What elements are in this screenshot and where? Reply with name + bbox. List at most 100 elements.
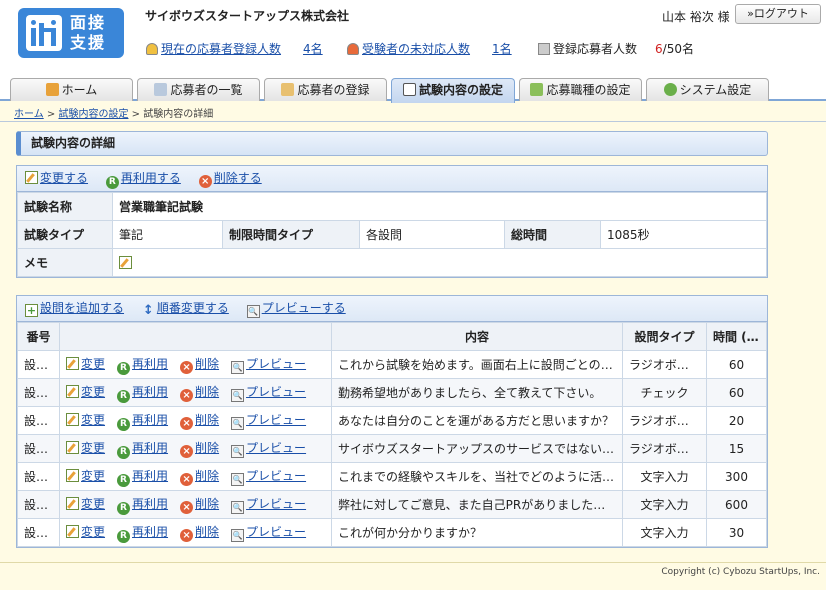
tab-applicants[interactable]: 応募者の一覧 <box>137 78 260 101</box>
reorder-link[interactable]: 順番変更する <box>157 301 229 315</box>
question-reuse-button[interactable]: R 再利用 <box>117 469 168 487</box>
question-delete-link[interactable]: 削除 <box>195 469 219 483</box>
question-edit-button[interactable]: 変更 <box>66 496 105 511</box>
question-delete-button[interactable]: × 削除 <box>180 497 219 514</box>
question-reuse-link[interactable]: 再利用 <box>132 357 168 371</box>
add-question-button[interactable]: + 設問を追加する <box>25 301 124 317</box>
reuse-icon: R <box>117 389 131 403</box>
preview-icon: 🔍 <box>231 416 245 430</box>
question-delete-link[interactable]: 削除 <box>195 497 219 511</box>
copyright: Copyright (c) Cybozu StartUps, Inc. <box>661 567 820 577</box>
question-edit-button[interactable]: 変更 <box>66 468 105 483</box>
question-edit-button[interactable]: 変更 <box>66 356 105 371</box>
question-time: 15 <box>706 434 767 463</box>
question-edit-link[interactable]: 変更 <box>81 385 105 399</box>
memo-edit-icon[interactable] <box>119 255 132 269</box>
question-preview-button[interactable]: 🔍 プレビュー <box>231 497 306 514</box>
question-reuse-link[interactable]: 再利用 <box>132 469 168 483</box>
question-preview-button[interactable]: 🔍 プレビュー <box>231 385 306 402</box>
question-delete-link[interactable]: 削除 <box>195 385 219 399</box>
breadcrumb-home[interactable]: ホーム <box>14 109 44 120</box>
question-preview-link[interactable]: プレビュー <box>246 385 306 399</box>
memo-value[interactable] <box>112 248 767 277</box>
question-delete-button[interactable]: × 削除 <box>180 413 219 430</box>
question-preview-button[interactable]: 🔍 プレビュー <box>231 413 306 430</box>
question-edit-link[interactable]: 変更 <box>81 497 105 511</box>
question-preview-link[interactable]: プレビュー <box>246 441 306 455</box>
question-preview-button[interactable]: 🔍 プレビュー <box>231 357 306 374</box>
question-reuse-button[interactable]: R 再利用 <box>117 525 168 543</box>
stat-registered-label[interactable]: 現在の応募者登録人数 <box>161 42 281 56</box>
question-reuse-button[interactable]: R 再利用 <box>117 357 168 375</box>
question-reuse-button[interactable]: R 再利用 <box>117 413 168 431</box>
question-preview-button[interactable]: 🔍 プレビュー <box>231 525 306 542</box>
logout-button[interactable]: »ログアウト <box>735 4 821 24</box>
add-question-link[interactable]: 設問を追加する <box>40 301 124 315</box>
question-delete-link[interactable]: 削除 <box>195 441 219 455</box>
question-reuse-link[interactable]: 再利用 <box>132 385 168 399</box>
question-reuse-link[interactable]: 再利用 <box>132 413 168 427</box>
question-preview-link[interactable]: プレビュー <box>246 469 306 483</box>
question-type: チェック <box>622 378 707 407</box>
question-reuse-button[interactable]: R 再利用 <box>117 385 168 403</box>
question-reuse-button[interactable]: R 再利用 <box>117 497 168 515</box>
tab-home[interactable]: ホーム <box>10 78 133 101</box>
question-type: 文字入力 <box>622 462 707 491</box>
job-icon <box>530 83 544 96</box>
tab-system[interactable]: システム設定 <box>646 78 769 101</box>
exam-edit-button[interactable]: 変更する <box>25 171 88 185</box>
stat-unhandled-label[interactable]: 受験者の未対応人数 <box>362 42 470 56</box>
question-edit-button[interactable]: 変更 <box>66 440 105 455</box>
exam-edit-link[interactable]: 変更する <box>40 171 88 185</box>
reorder-button[interactable]: ↕ 順番変更する <box>142 301 229 317</box>
question-delete-button[interactable]: × 削除 <box>180 357 219 374</box>
question-edit-link[interactable]: 変更 <box>81 441 105 455</box>
question-delete-button[interactable]: × 削除 <box>180 385 219 402</box>
stat-unhandled-value[interactable]: 1名 <box>492 42 512 56</box>
question-delete-link[interactable]: 削除 <box>195 525 219 539</box>
exam-reuse-button[interactable]: R 再利用する <box>105 171 181 189</box>
stat-registered-value[interactable]: 4名 <box>303 42 323 56</box>
app-logo[interactable]: 面接 支援 <box>18 8 124 58</box>
question-reuse-link[interactable]: 再利用 <box>132 525 168 539</box>
question-edit-link[interactable]: 変更 <box>81 357 105 371</box>
tab-exam-settings[interactable]: 試験内容の設定 <box>391 78 515 103</box>
question-delete-link[interactable]: 削除 <box>195 357 219 371</box>
question-preview-link[interactable]: プレビュー <box>246 525 306 539</box>
preview-all-link[interactable]: プレビューする <box>262 301 346 315</box>
question-time: 300 <box>706 462 767 491</box>
question-delete-link[interactable]: 削除 <box>195 413 219 427</box>
question-delete-button[interactable]: × 削除 <box>180 441 219 458</box>
question-edit-link[interactable]: 変更 <box>81 525 105 539</box>
questions-toolbar: + 設問を追加する ↕ 順番変更する 🔍 プレビューする <box>17 296 767 322</box>
stat-registered[interactable]: 現在の応募者登録人数 4名 <box>146 40 323 57</box>
delete-icon: × <box>180 416 194 430</box>
question-delete-button[interactable]: × 削除 <box>180 525 219 542</box>
tab-register[interactable]: 応募者の登録 <box>264 78 387 101</box>
question-preview-button[interactable]: 🔍 プレビュー <box>231 469 306 486</box>
question-delete-button[interactable]: × 削除 <box>180 469 219 486</box>
preview-icon: 🔍 <box>231 528 245 542</box>
exam-delete-button[interactable]: × 削除する <box>198 171 262 188</box>
question-preview-link[interactable]: プレビュー <box>246 413 306 427</box>
question-preview-button[interactable]: 🔍 プレビュー <box>231 441 306 458</box>
question-content: あなたは自分のことを運がある方だと思いますか？ <box>331 406 623 435</box>
question-reuse-link[interactable]: 再利用 <box>132 497 168 511</box>
exam-reuse-link[interactable]: 再利用する <box>121 171 181 185</box>
question-content: 弊社に対してご意見、また自己PRがありましたらご記入下さい。 <box>331 490 623 519</box>
question-edit-button[interactable]: 変更 <box>66 524 105 539</box>
preview-all-button[interactable]: 🔍 プレビューする <box>246 301 346 318</box>
question-preview-link[interactable]: プレビュー <box>246 357 306 371</box>
delete-icon: × <box>198 175 212 188</box>
question-edit-button[interactable]: 変更 <box>66 412 105 427</box>
question-edit-button[interactable]: 変更 <box>66 384 105 399</box>
question-edit-link[interactable]: 変更 <box>81 413 105 427</box>
exam-delete-link[interactable]: 削除する <box>214 171 262 185</box>
question-preview-link[interactable]: プレビュー <box>246 497 306 511</box>
breadcrumb-exam-settings[interactable]: 試験内容の設定 <box>58 109 128 120</box>
question-reuse-link[interactable]: 再利用 <box>132 441 168 455</box>
question-edit-link[interactable]: 変更 <box>81 469 105 483</box>
stat-unhandled[interactable]: 受験者の未対応人数 1名 <box>347 40 512 57</box>
question-reuse-button[interactable]: R 再利用 <box>117 441 168 459</box>
tab-job-types[interactable]: 応募職種の設定 <box>519 78 642 101</box>
